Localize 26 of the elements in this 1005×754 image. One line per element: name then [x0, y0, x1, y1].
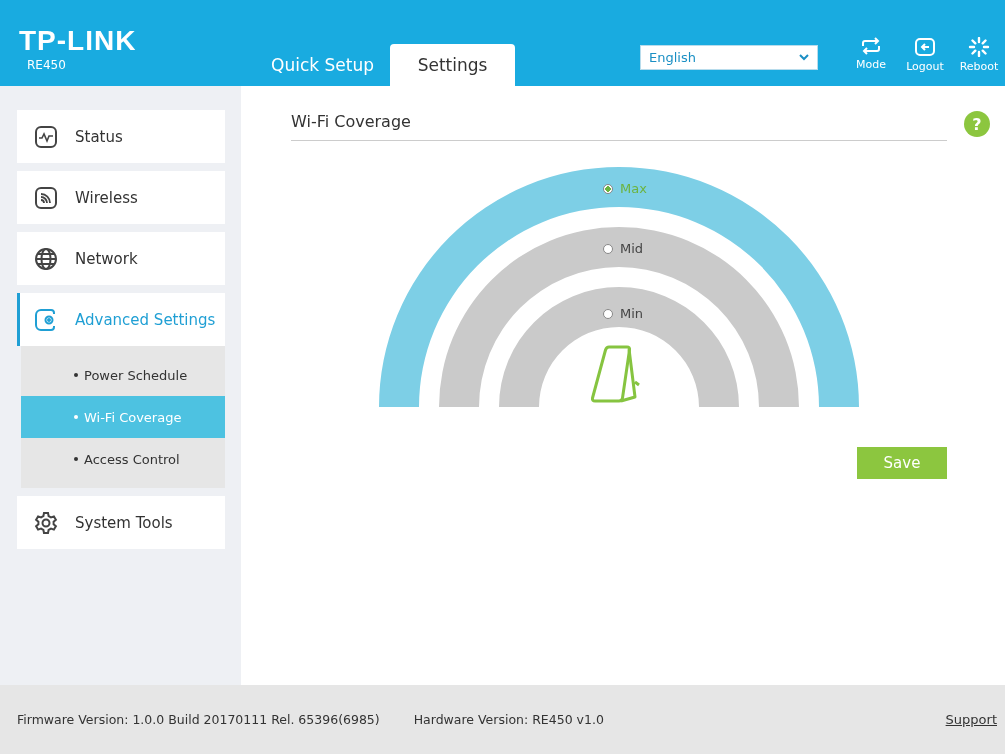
support-link[interactable]: Support: [945, 712, 997, 727]
nav-tab[interactable]: Settings: [390, 44, 515, 86]
settings-icon: [34, 307, 58, 332]
hardware-version: Hardware Version: RE450 v1.0: [413, 712, 604, 727]
gear-icon: [34, 510, 58, 535]
wifi-icon: [34, 185, 58, 210]
swap-arrows-icon: [860, 37, 882, 55]
sidebar-item[interactable]: System Tools: [17, 496, 225, 549]
range-extender-icon: [590, 345, 641, 403]
sidebar-item[interactable]: Status: [17, 110, 225, 163]
section-title: Wi-Fi Coverage: [291, 112, 947, 141]
brand-logo: TP-LINK: [19, 26, 137, 56]
language-select[interactable]: English: [640, 45, 818, 70]
chevron-down-icon: [799, 54, 809, 61]
submenu-item[interactable]: Power Schedule: [21, 354, 225, 396]
submenu-item[interactable]: Access Control: [21, 438, 225, 480]
spinner-icon: [968, 37, 990, 57]
sidebar-item[interactable]: Network: [17, 232, 225, 285]
globe-icon: [34, 246, 58, 271]
pulse-icon: [34, 124, 58, 149]
model-name: RE450: [27, 58, 66, 72]
coverage-radio[interactable]: Mid: [603, 241, 644, 256]
firmware-version: Firmware Version: 1.0.0 Build 20170111 Rel. 65396(6985): [17, 712, 380, 727]
logout-icon: [914, 37, 936, 57]
coverage-radio[interactable]: Min: [603, 306, 644, 321]
sidebar-item[interactable]: Wireless: [17, 171, 225, 224]
